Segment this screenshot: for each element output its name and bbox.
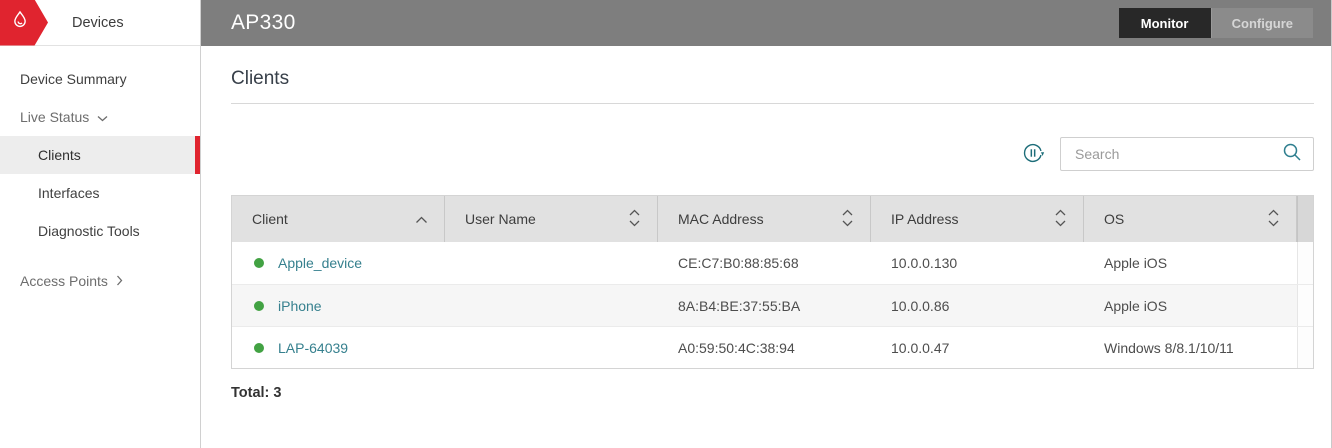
user-name-cell: [445, 327, 658, 368]
total-count: Total: 3: [231, 385, 282, 401]
table-row: Apple_device CE:C7:B0:88:85:68 10.0.0.13…: [232, 242, 1313, 284]
table-toolbar: [231, 137, 1314, 171]
chevron-right-icon: [116, 273, 123, 289]
column-header-mac-address[interactable]: MAC Address: [658, 196, 871, 242]
table-header-row: Client User Name MAC Address IP Address …: [232, 196, 1313, 242]
sidebar-item-device-summary[interactable]: Device Summary: [0, 60, 200, 98]
scrollbar-gutter: [1297, 285, 1313, 326]
section-heading: Clients: [231, 68, 1314, 104]
mode-switcher: Monitor Configure: [1118, 8, 1313, 38]
content: Clients Search Client User Name MAC Addr…: [201, 46, 1331, 448]
status-online-icon: [254, 258, 264, 268]
pause-refresh-icon: [1020, 140, 1046, 169]
sidebar: Devices Device Summary Live Status Clien…: [0, 0, 201, 448]
main-area: AP330 Monitor Configure Clients Search C…: [201, 0, 1331, 448]
brand-label: Devices: [72, 14, 124, 31]
sidebar-item-label: Live Status: [20, 109, 90, 125]
scrollbar-gutter: [1297, 242, 1313, 284]
mac-address-cell: CE:C7:B0:88:85:68: [678, 255, 799, 271]
client-link[interactable]: LAP-64039: [278, 340, 348, 356]
sidebar-header: Devices: [0, 0, 200, 46]
sidebar-item-interfaces[interactable]: Interfaces: [0, 174, 200, 212]
monitor-button[interactable]: Monitor: [1118, 8, 1211, 38]
page-title: AP330: [231, 11, 296, 34]
configure-button[interactable]: Configure: [1210, 8, 1313, 38]
sort-both-icon: [628, 209, 641, 230]
sort-asc-icon: [415, 211, 428, 227]
table-row: LAP-64039 A0:59:50:4C:38:94 10.0.0.47 Wi…: [232, 326, 1313, 368]
sort-both-icon: [1054, 209, 1067, 230]
column-header-user-name[interactable]: User Name: [445, 196, 658, 242]
sidebar-item-label: Access Points: [20, 273, 108, 289]
sidebar-item-live-status[interactable]: Live Status: [0, 98, 200, 136]
column-header-os[interactable]: OS: [1084, 196, 1297, 242]
search-input[interactable]: [1075, 146, 1281, 162]
os-cell: Apple iOS: [1104, 297, 1168, 314]
search-icon[interactable]: [1281, 141, 1303, 168]
sidebar-item-label: Clients: [38, 147, 81, 163]
pause-refresh-button[interactable]: [1020, 140, 1046, 169]
column-header-ip-address[interactable]: IP Address: [871, 196, 1084, 242]
sort-both-icon: [841, 209, 854, 230]
ip-address-cell: 10.0.0.130: [891, 255, 958, 271]
sort-both-icon: [1267, 209, 1280, 230]
client-cell: Apple_device: [232, 242, 445, 284]
mac-address-cell: 8A:B4:BE:37:55:BA: [678, 297, 801, 314]
topbar: AP330 Monitor Configure: [201, 0, 1331, 46]
sidebar-item-diagnostic-tools[interactable]: Diagnostic Tools: [0, 212, 200, 250]
search-box: [1060, 137, 1314, 171]
column-label: User Name: [465, 211, 536, 227]
table-row: iPhone 8A:B4:BE:37:55:BA 10.0.0.86 Apple…: [232, 284, 1313, 326]
os-cell: Apple iOS: [1104, 255, 1168, 271]
os-cell: Windows 8/8.1/10/11: [1104, 339, 1234, 356]
mac-address-cell: A0:59:50:4C:38:94: [678, 339, 795, 356]
scrollbar-gutter: [1297, 327, 1313, 368]
brand-logo[interactable]: [0, 0, 48, 46]
sidebar-item-label: Device Summary: [20, 71, 127, 87]
column-header-client[interactable]: Client: [232, 196, 445, 242]
client-cell: iPhone: [232, 285, 445, 326]
sidebar-item-clients[interactable]: Clients: [0, 136, 200, 174]
client-link[interactable]: iPhone: [278, 298, 322, 314]
sidebar-item-label: Diagnostic Tools: [38, 223, 140, 239]
ip-address-cell: 10.0.0.86: [891, 297, 950, 314]
sidebar-nav: Device Summary Live Status Clients Inter…: [0, 46, 200, 300]
status-online-icon: [254, 342, 264, 353]
scrollbar-gutter: [1297, 196, 1313, 242]
ip-address-cell: 10.0.0.47: [891, 339, 950, 356]
clients-table: Client User Name MAC Address IP Address …: [231, 195, 1314, 369]
client-link[interactable]: Apple_device: [278, 255, 362, 271]
chevron-down-icon: [97, 109, 108, 125]
client-cell: LAP-64039: [232, 327, 445, 368]
status-online-icon: [254, 300, 264, 311]
column-label: Client: [252, 211, 288, 227]
column-label: IP Address: [891, 211, 959, 227]
user-name-cell: [445, 242, 658, 284]
column-label: OS: [1104, 211, 1125, 227]
user-name-cell: [445, 285, 658, 326]
column-label: MAC Address: [678, 211, 764, 227]
flame-icon: [9, 9, 31, 36]
sidebar-item-access-points[interactable]: Access Points: [0, 262, 200, 300]
sidebar-item-label: Interfaces: [38, 185, 100, 201]
